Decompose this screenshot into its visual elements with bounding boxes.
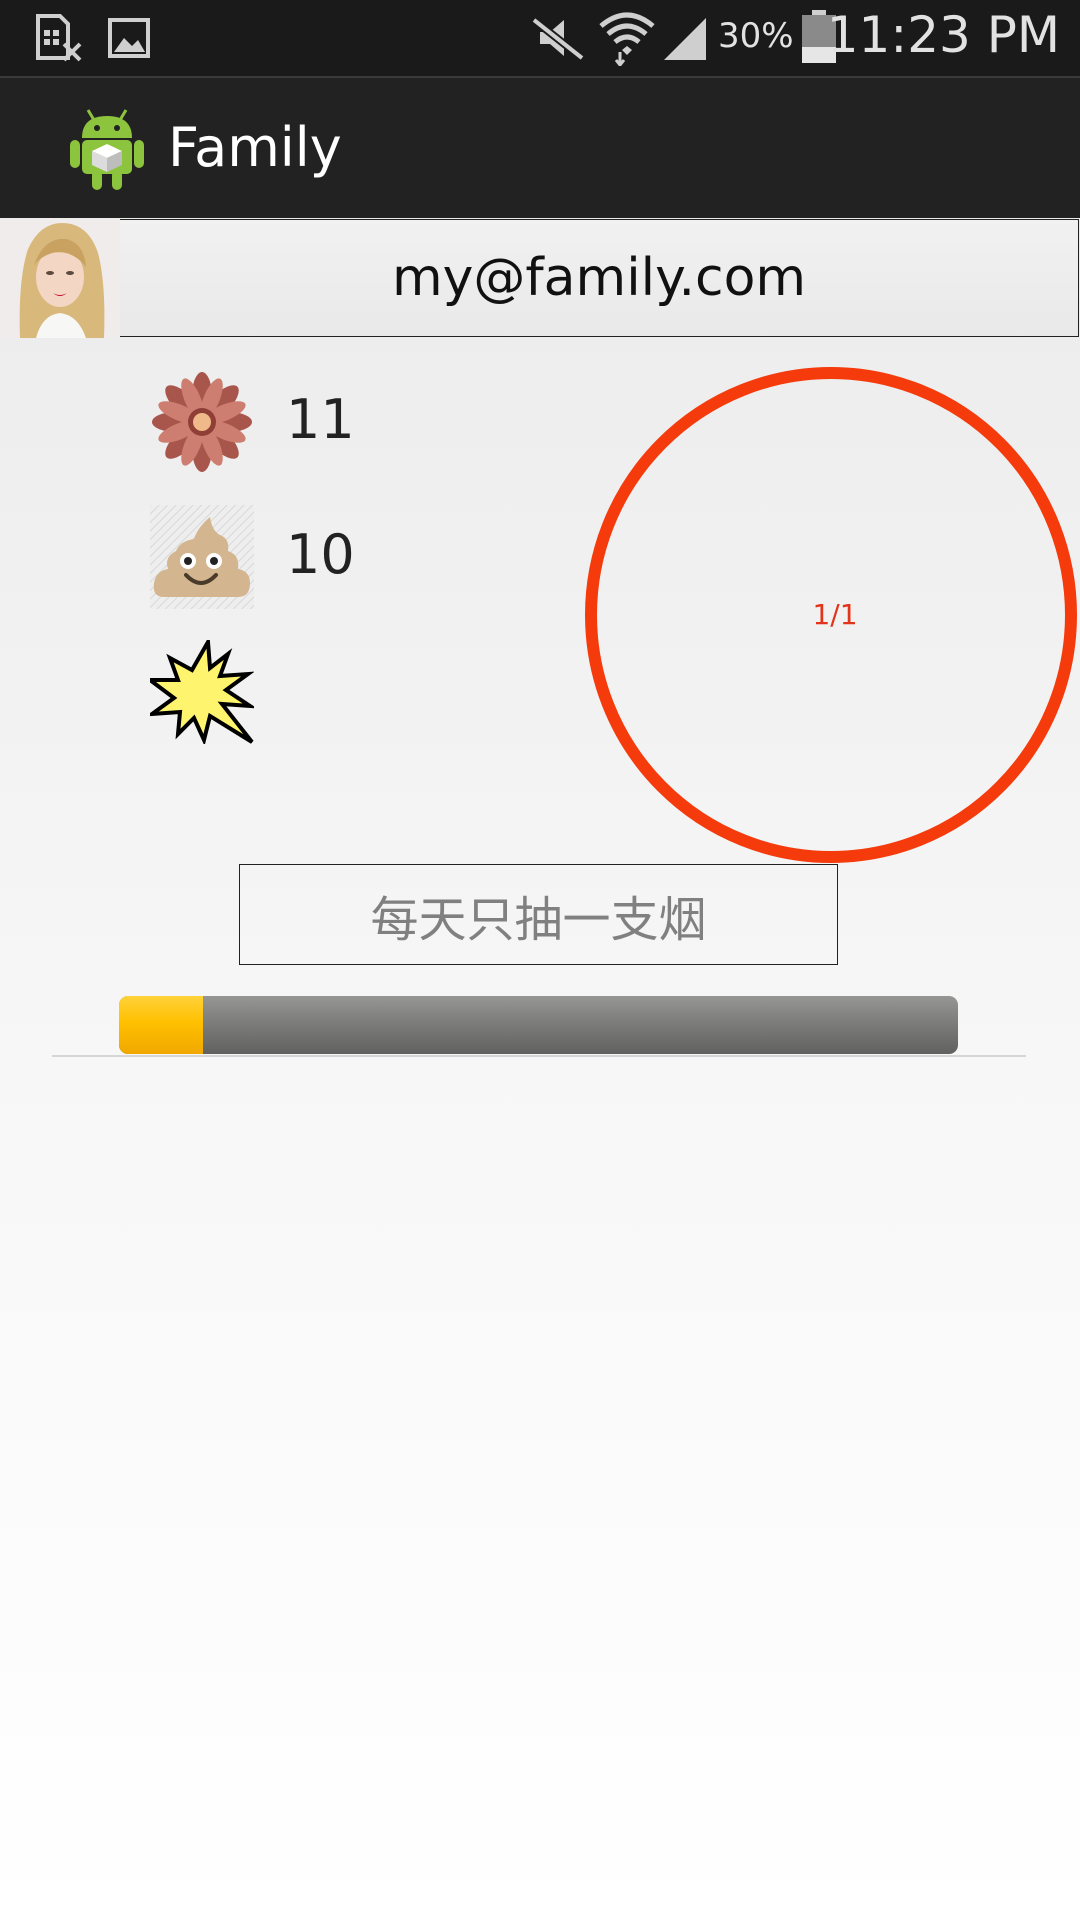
image-notification-icon bbox=[108, 18, 150, 58]
progress-bar bbox=[119, 996, 958, 1054]
mute-icon bbox=[532, 16, 584, 62]
quote-field[interactable]: 每天只抽一支烟 bbox=[239, 864, 838, 965]
poop-icon bbox=[150, 505, 254, 609]
signal-icon bbox=[664, 18, 706, 60]
app-title: Family bbox=[168, 116, 342, 179]
flower-icon bbox=[152, 372, 252, 472]
clock: 11:23 PM bbox=[826, 6, 1060, 64]
sim-card-error-icon bbox=[36, 14, 82, 62]
divider bbox=[52, 1055, 1026, 1057]
action-bar: Family bbox=[0, 76, 1080, 218]
battery-percent: 30% bbox=[718, 16, 794, 56]
ring-label: 1/1 bbox=[812, 598, 858, 631]
avatar[interactable] bbox=[0, 219, 120, 338]
burst-icon bbox=[150, 640, 254, 744]
email-field[interactable]: my@family.com bbox=[120, 219, 1079, 337]
status-bar: 30% 11:23 PM bbox=[0, 0, 1080, 76]
poop-count: 10 bbox=[286, 523, 355, 586]
wifi-icon bbox=[599, 12, 655, 66]
android-icon[interactable] bbox=[70, 104, 144, 190]
flower-count: 11 bbox=[286, 388, 355, 451]
progress-fill bbox=[119, 996, 203, 1054]
